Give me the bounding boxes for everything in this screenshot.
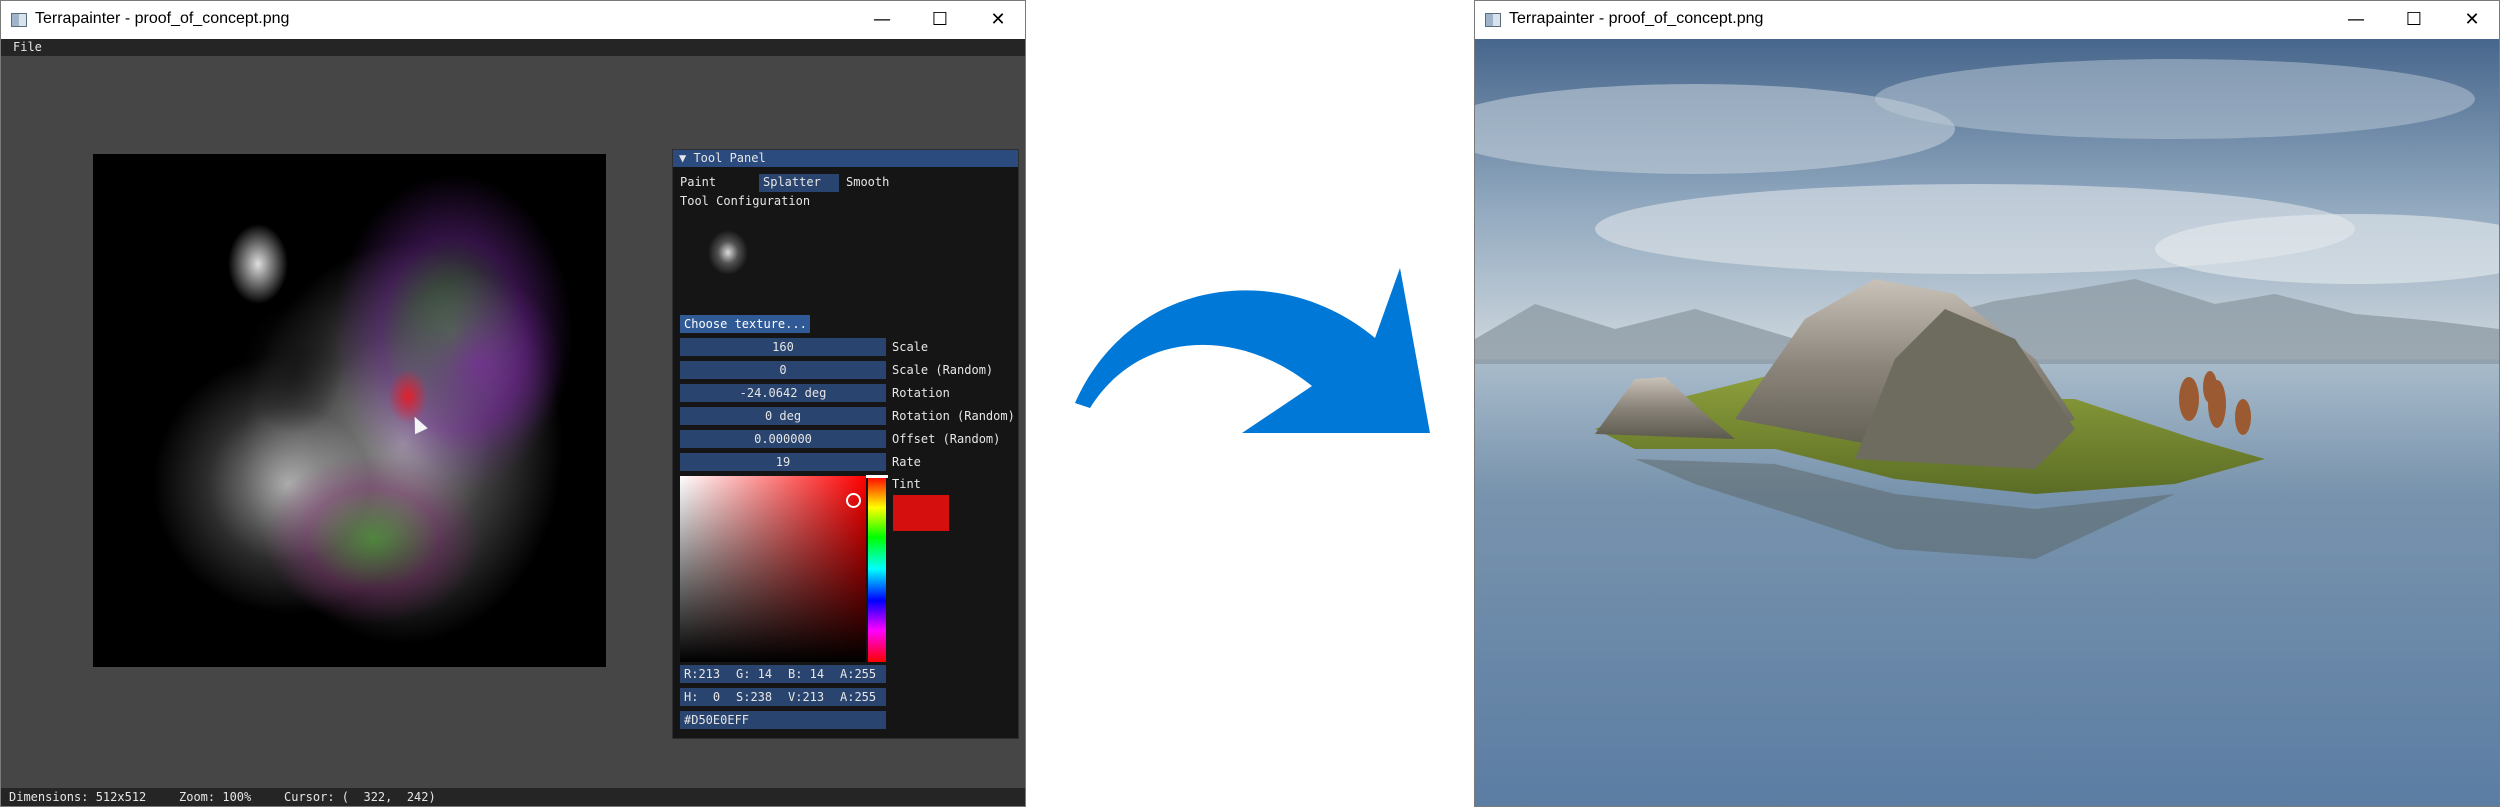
blue-input[interactable]: B: 14: [784, 665, 836, 683]
rotation-label: Rotation: [892, 386, 950, 400]
minimize-button-right[interactable]: —: [2327, 1, 2385, 39]
scale-random-label: Scale (Random): [892, 363, 994, 377]
offset-random-field[interactable]: 0.000000: [680, 430, 886, 448]
value-input[interactable]: V:213: [784, 688, 836, 706]
rotation-random-label: Rotation (Random): [892, 409, 1015, 423]
tree: [2179, 377, 2199, 421]
terrain-3d-viewport[interactable]: [1475, 39, 2499, 806]
tab-splatter[interactable]: Splatter: [763, 175, 821, 189]
rotation-random-field[interactable]: 0 deg: [680, 407, 886, 425]
app-icon: [11, 13, 27, 27]
tab-smooth[interactable]: Smooth: [846, 175, 889, 189]
minimize-button[interactable]: —: [853, 1, 911, 39]
saturation-input[interactable]: S:238: [732, 688, 784, 706]
scale-label: Scale: [892, 340, 929, 354]
sv-picker-marker[interactable]: [846, 493, 861, 508]
rate-field[interactable]: 19: [680, 453, 886, 471]
status-bar: Dimensions: 512x512 Zoom: 100% Cursor: (…: [1, 788, 1025, 806]
status-dimensions: Dimensions: 512x512: [9, 790, 147, 804]
choose-texture-button[interactable]: Choose texture...: [680, 315, 810, 333]
menu-bar: File: [1, 39, 1025, 56]
hex-input[interactable]: #D50E0EFF: [680, 711, 886, 729]
tool-panel: ▼ Tool Panel Paint Splatter Smooth Tool …: [672, 149, 1019, 739]
terrain-scene-illustration: [1475, 39, 2499, 806]
hue-slider[interactable]: [868, 476, 886, 662]
window-title: Terrapainter - proof_of_concept.png: [35, 10, 290, 27]
terrain-splat: [228, 224, 288, 304]
hue-input[interactable]: H: 0: [680, 688, 732, 706]
saturation-value-picker[interactable]: [680, 476, 866, 662]
status-cursor: Cursor: ( 322, 242): [284, 790, 436, 804]
green-input[interactable]: G: 14: [732, 665, 784, 683]
terrain-splat: [243, 304, 343, 434]
status-zoom: Zoom: 100%: [179, 790, 252, 804]
scale-field[interactable]: 160: [680, 338, 886, 356]
tint-label: Tint: [892, 477, 921, 491]
texture-preview: [708, 230, 748, 275]
terrapainter-3d-window: Terrapainter - proof_of_concept.png — ☐ …: [1474, 0, 2500, 807]
tool-panel-header[interactable]: ▼ Tool Panel: [673, 150, 1018, 167]
maximize-button[interactable]: ☐: [911, 1, 969, 39]
hue-slider-handle[interactable]: [866, 475, 888, 478]
scale-random-field[interactable]: 0: [680, 361, 886, 379]
workspace[interactable]: ▼ Tool Panel Paint Splatter Smooth Tool …: [1, 56, 1025, 788]
title-bar[interactable]: Terrapainter - proof_of_concept.png — ☐ …: [1, 1, 1025, 39]
cloud: [1875, 59, 2475, 139]
close-button-right[interactable]: ✕: [2443, 1, 2499, 39]
terrain-splat: [263, 454, 483, 624]
tool-panel-title: ▼ Tool Panel: [679, 151, 766, 165]
terrapainter-editor-window: Terrapainter - proof_of_concept.png — ☐ …: [0, 0, 1026, 807]
transform-arrow-icon: [1075, 268, 1430, 433]
app-icon: [1485, 13, 1501, 27]
tree: [2235, 399, 2251, 435]
title-bar-right[interactable]: Terrapainter - proof_of_concept.png — ☐ …: [1475, 1, 2499, 39]
tint-color-swatch[interactable]: [893, 495, 949, 531]
tool-config-heading: Tool Configuration: [680, 194, 811, 208]
maximize-button-right[interactable]: ☐: [2385, 1, 2443, 39]
rate-label: Rate: [892, 455, 921, 469]
tab-paint[interactable]: Paint: [680, 175, 716, 189]
heightmap-canvas[interactable]: [93, 154, 606, 667]
close-button[interactable]: ✕: [969, 1, 1025, 39]
alpha-input[interactable]: A:255: [836, 665, 886, 683]
menu-file[interactable]: File: [13, 40, 42, 54]
tree: [2203, 371, 2217, 403]
window-title-right: Terrapainter - proof_of_concept.png: [1509, 10, 1764, 27]
red-input[interactable]: R:213: [680, 665, 732, 683]
alpha-input-hsv[interactable]: A:255: [836, 688, 886, 706]
arrow-shape: [1075, 268, 1430, 433]
rotation-field[interactable]: -24.0642 deg: [680, 384, 886, 402]
offset-random-label: Offset (Random): [892, 432, 1001, 446]
